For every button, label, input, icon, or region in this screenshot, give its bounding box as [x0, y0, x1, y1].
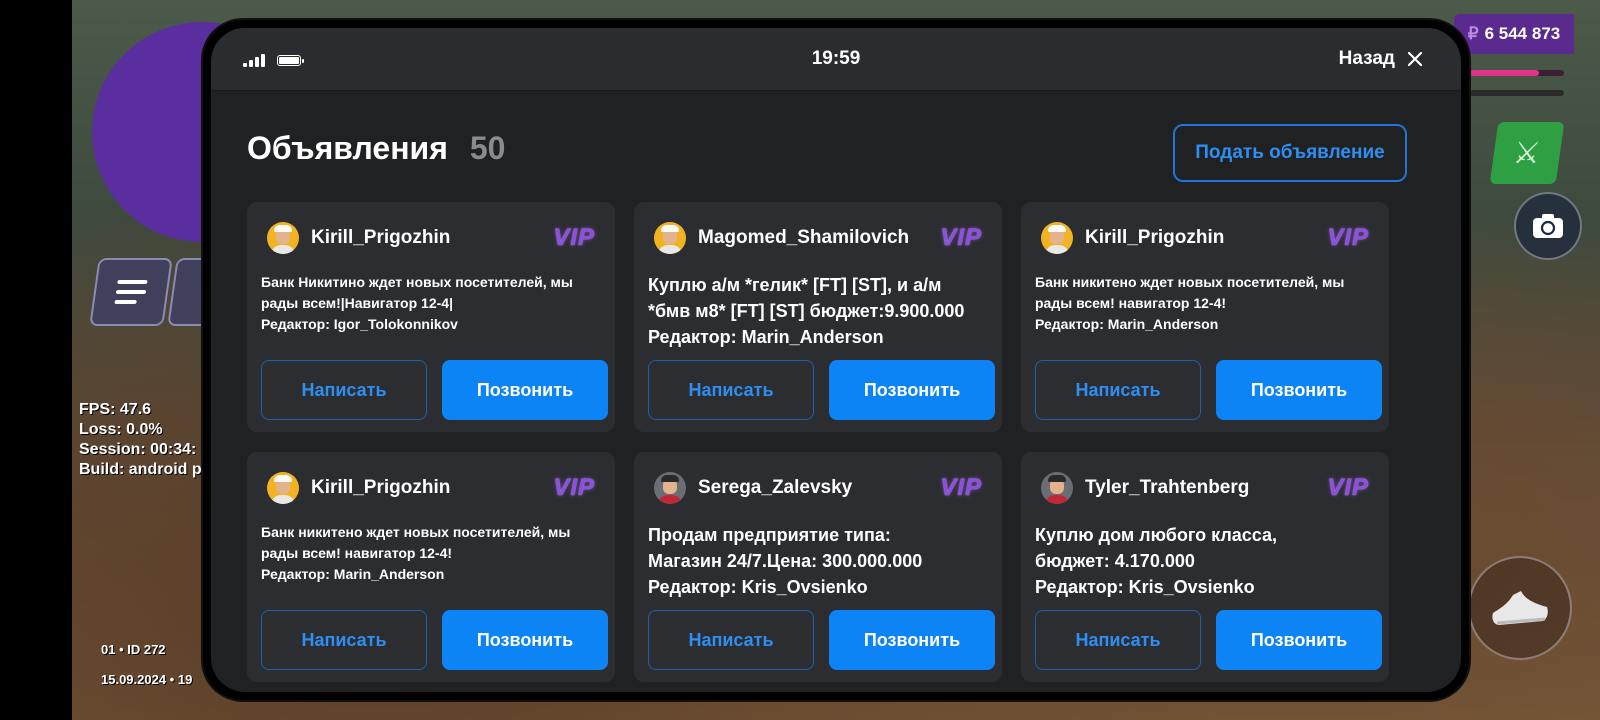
ad-card: Serega_Zalevsky VIP Продам предприятие т… — [634, 452, 1002, 682]
avatar — [654, 472, 686, 504]
date-text: 15.09.2024 • 19 — [101, 672, 193, 687]
write-button[interactable]: Написать — [648, 610, 814, 670]
menu-button[interactable] — [89, 258, 173, 326]
ad-author[interactable]: Tyler_Trahtenberg — [1085, 477, 1249, 499]
ad-card: Magomed_Shamilovich VIP Куплю а/м *гелик… — [634, 202, 1002, 432]
status-bar: 19:59 Назад — [211, 28, 1461, 91]
loss-text: Loss: 0.0% — [79, 421, 163, 438]
money-amount: 6 544 873 — [1484, 24, 1561, 43]
weapon-slot[interactable]: ⚔ — [1489, 122, 1565, 184]
build-text: Build: android p — [79, 461, 202, 478]
vip-badge: VIP — [940, 224, 982, 251]
ad-text: Продам предприятие типа: Магазин 24/7.Це… — [648, 525, 923, 597]
page-title: Объявления — [247, 130, 448, 166]
write-button[interactable]: Написать — [261, 360, 427, 420]
write-button[interactable]: Написать — [1035, 360, 1201, 420]
vip-badge: VIP — [553, 474, 595, 501]
back-button[interactable]: Назад — [1339, 48, 1423, 70]
camera-rotate-icon — [1533, 214, 1563, 238]
session-text: Session: 00:34: — [79, 441, 197, 458]
server-id: 01 • ID 272 — [101, 642, 166, 657]
ad-author[interactable]: Kirill_Prigozhin — [1085, 227, 1224, 249]
debug-info: FPS: 47.6 Loss: 0.0% Session: 00:34: Bui… — [79, 400, 202, 480]
avatar — [267, 472, 299, 504]
call-button[interactable]: Позвонить — [442, 360, 608, 420]
call-button[interactable]: Позвонить — [1216, 610, 1382, 670]
close-icon — [1407, 51, 1423, 67]
avatar — [654, 222, 686, 254]
call-button[interactable]: Позвонить — [1216, 360, 1382, 420]
post-ad-button[interactable]: Подать объявление — [1173, 124, 1407, 182]
money-badge: ₽ 6 544 873 — [1454, 14, 1574, 54]
ad-author[interactable]: Kirill_Prigozhin — [311, 227, 450, 249]
write-button[interactable]: Написать — [261, 610, 427, 670]
ad-author[interactable]: Kirill_Prigozhin — [311, 477, 450, 499]
avatar — [1041, 472, 1073, 504]
vip-badge: VIP — [553, 224, 595, 251]
fps-text: FPS: 47.6 — [79, 401, 152, 418]
left-black-bar — [0, 0, 72, 720]
menu-icon — [113, 280, 148, 310]
write-button[interactable]: Написать — [1035, 610, 1201, 670]
ruble-icon: ₽ — [1467, 24, 1479, 43]
ad-card: Kirill_Prigozhin VIP Банк никитено ждет … — [247, 452, 615, 682]
call-button[interactable]: Позвонить — [829, 610, 995, 670]
ad-author[interactable]: Magomed_Shamilovich — [698, 227, 909, 249]
call-button[interactable]: Позвонить — [442, 610, 608, 670]
ad-card: Kirill_Prigozhin VIP Банк никитено ждет … — [1021, 202, 1389, 432]
ad-text: Банк никитено ждет новых посетителей, мы… — [261, 524, 571, 582]
ad-text: Банк Никитино ждет новых посетителей, мы… — [261, 274, 573, 332]
vip-badge: VIP — [1327, 474, 1369, 501]
back-label: Назад — [1338, 48, 1395, 69]
camera-switch-button[interactable] — [1514, 192, 1582, 260]
sprint-button[interactable] — [1468, 556, 1572, 660]
vip-badge: VIP — [1327, 224, 1369, 251]
write-button[interactable]: Написать — [648, 360, 814, 420]
avatar — [267, 222, 299, 254]
ad-card: Kirill_Prigozhin VIP Банк Никитино ждет … — [247, 202, 615, 432]
ad-text: Куплю а/м *гелик* [FT] [ST], и а/м *бмв … — [648, 275, 965, 347]
page-header: Объявления 50 — [247, 130, 505, 167]
ad-card: Tyler_Trahtenberg VIP Куплю дом любого к… — [1021, 452, 1389, 682]
status-time: 19:59 — [811, 48, 861, 69]
phone-screen: 19:59 Назад Объявления 50 Подать объявле… — [211, 28, 1461, 692]
ads-count: 50 — [469, 130, 506, 166]
vip-badge: VIP — [940, 474, 982, 501]
health-bar — [1470, 70, 1564, 76]
call-button[interactable]: Позвонить — [829, 360, 995, 420]
avatar — [1041, 222, 1073, 254]
ad-author[interactable]: Serega_Zalevsky — [698, 477, 852, 499]
health-fill — [1470, 70, 1539, 76]
sneaker-icon — [1492, 591, 1548, 625]
phone-frame: 19:59 Назад Объявления 50 Подать объявле… — [203, 20, 1469, 700]
ad-text: Куплю дом любого класса, бюджет: 4.170.0… — [1035, 525, 1278, 597]
ad-text: Банк никитено ждет новых посетителей, мы… — [1035, 274, 1345, 332]
weapon-icon: ⚔ — [1511, 135, 1543, 171]
armor-bar — [1470, 90, 1564, 96]
